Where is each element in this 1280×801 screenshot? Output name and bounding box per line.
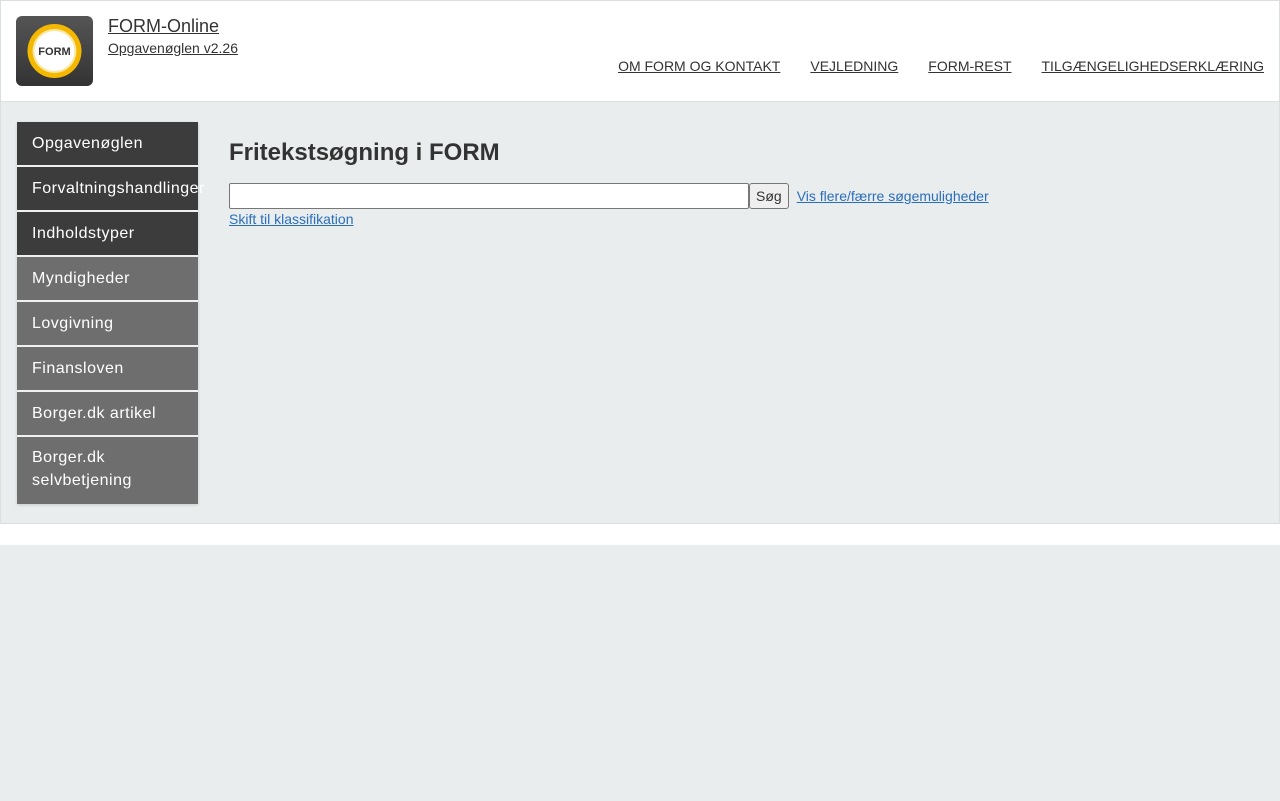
search-button[interactable]: Søg [749,183,789,209]
page-title: Fritekstsøgning i FORM [229,139,500,166]
page-frame: FORM FORM-Online Opgavenøglen v2.26 OM F… [0,0,1280,524]
form-logo[interactable]: FORM [16,16,93,86]
nav-form-rest[interactable]: FORM-REST [928,58,1011,74]
page-footer-area [0,544,1280,801]
sidebar-item-opgavenoeglen[interactable]: Opgavenøglen [17,122,198,167]
search-row: Søg Vis flere/færre søgemuligheder [229,183,989,209]
sidebar-item-borgerdk-selvbetjening[interactable]: Borger.dk selvbetjening [17,437,198,504]
site-title-link[interactable]: FORM-Online [108,16,219,37]
site-header: FORM FORM-Online Opgavenøglen v2.26 OM F… [1,1,1279,102]
toggle-search-options-link[interactable]: Vis flere/færre søgemuligheder [797,188,989,204]
nav-vejledning[interactable]: VEJLEDNING [810,58,898,74]
sidebar-item-lovgivning[interactable]: Lovgivning [17,302,198,347]
page-separator [0,524,1280,544]
sidebar-item-forvaltningshandlinger[interactable]: Forvaltningshandlinger [17,167,204,212]
form-logo-icon: FORM [27,24,82,78]
logo-text: FORM [38,46,70,58]
sidebar-item-myndigheder[interactable]: Myndigheder [17,257,198,302]
sidebar-item-finansloven[interactable]: Finansloven [17,347,198,392]
top-navigation: OM FORM OG KONTAKT VEJLEDNING FORM-REST … [618,58,1264,74]
main-content: Fritekstsøgning i FORM Søg Vis flere/fær… [229,139,1259,227]
site-subtitle-link[interactable]: Opgavenøglen v2.26 [108,40,238,56]
nav-om-form-og-kontakt[interactable]: OM FORM OG KONTAKT [618,58,780,74]
sidebar-item-borgerdk-artikel[interactable]: Borger.dk artikel [17,392,198,437]
sidebar-menu: Opgavenøglen Forvaltningshandlinger Indh… [17,122,204,504]
switch-to-classification-link[interactable]: Skift til klassifikation [229,211,353,227]
nav-tilgaengelighedserklaering[interactable]: TILGÆNGELIGHEDSERKLÆRING [1042,58,1265,74]
sidebar-item-indholdstyper[interactable]: Indholdstyper [17,212,198,257]
search-input[interactable] [229,183,749,209]
